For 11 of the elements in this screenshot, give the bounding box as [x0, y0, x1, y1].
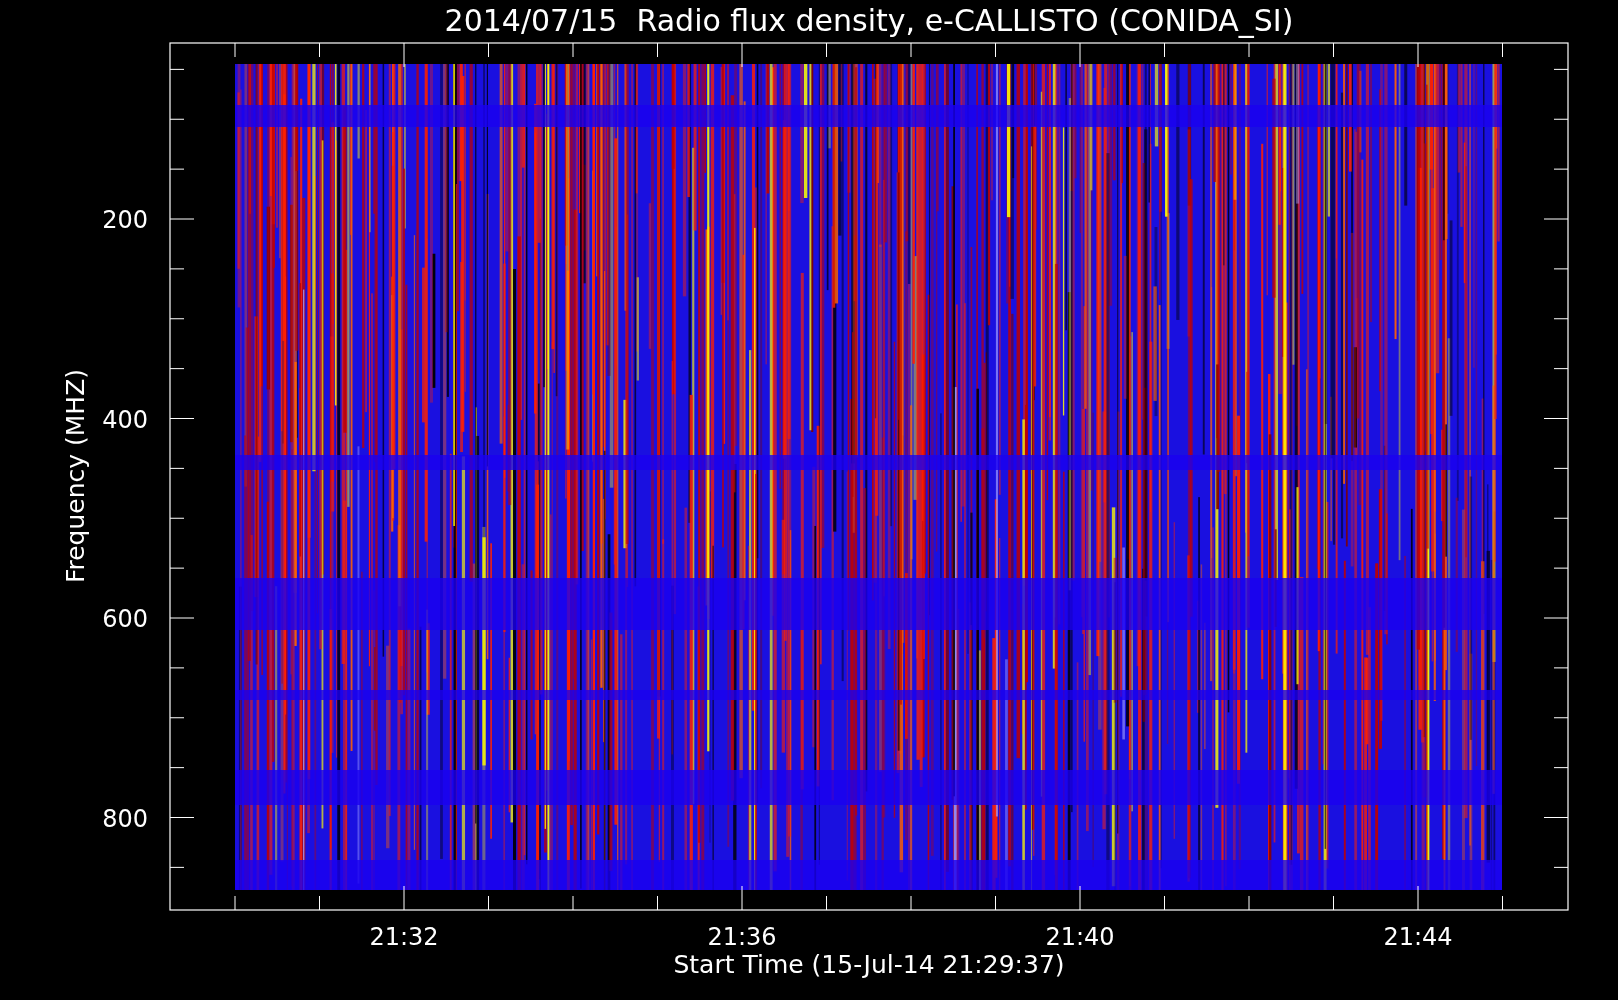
chart-title: 2014/07/15 Radio flux density, e-CALLISTO (CONIDA_SI)	[444, 3, 1294, 38]
x-tick-label: 21:32	[369, 923, 439, 951]
y-tick-label: 400	[102, 405, 148, 434]
x-tick-label: 21:44	[1383, 923, 1453, 951]
y-tick-label: 600	[102, 605, 148, 633]
x-axis-label: Start Time (15-Jul-14 21:29:37)	[673, 950, 1065, 979]
y-axis-label: Frequency (MHZ)	[61, 368, 90, 584]
x-tick-label: 21:36	[707, 923, 777, 951]
x-tick-label: 21:40	[1045, 923, 1115, 951]
y-tick-label: 200	[102, 206, 148, 234]
y-tick-label: 800	[102, 804, 148, 833]
